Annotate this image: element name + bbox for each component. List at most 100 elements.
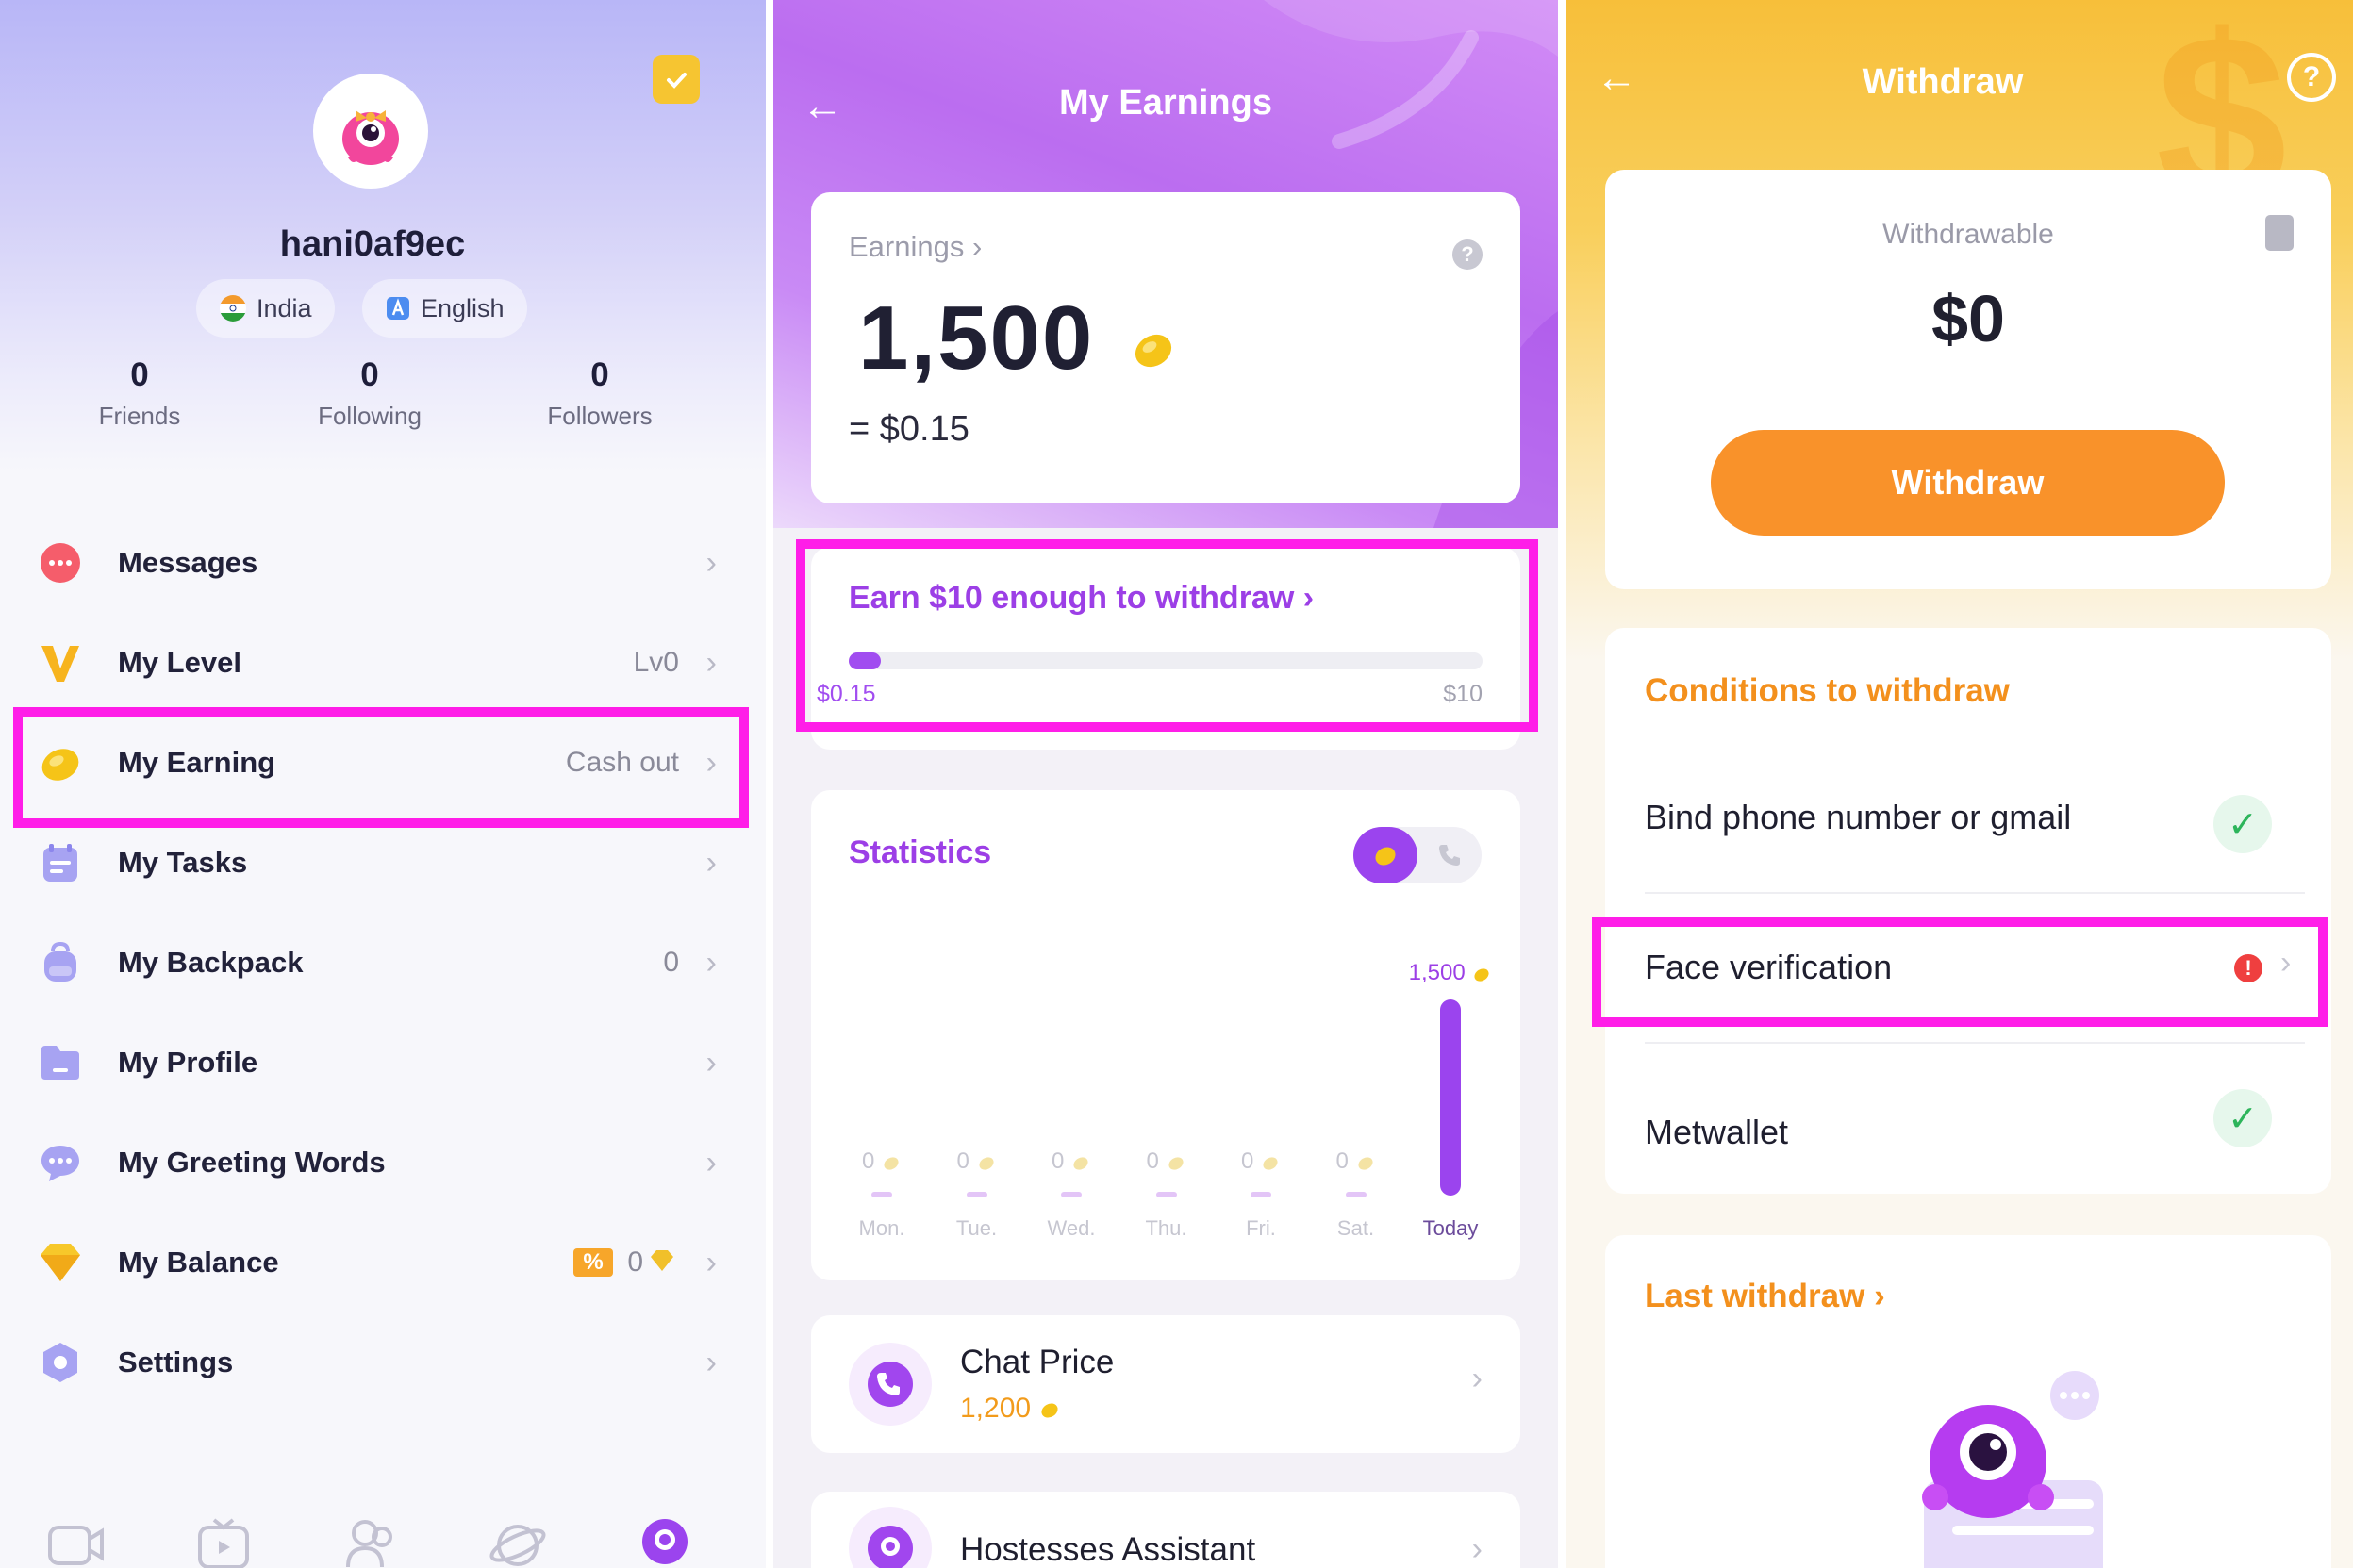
menu-item-my-greeting-words[interactable]: My Greeting Words › (0, 1113, 766, 1213)
monster-avatar-icon (342, 110, 399, 165)
condition-metwallet[interactable]: Metwallet (1645, 1113, 1788, 1152)
stat-followers[interactable]: 0 Followers (505, 356, 694, 431)
page-title: My Earnings (1059, 83, 1272, 123)
chevron-right-icon: › (705, 544, 717, 581)
planet-icon[interactable] (489, 1517, 547, 1568)
phone-coin-icon (849, 1343, 932, 1426)
username: hani0af9ec (279, 224, 466, 264)
chevron-right-icon: › (1471, 1531, 1483, 1567)
stat-following[interactable]: 0 Following (275, 356, 464, 431)
profile-screen: hani0af9ec India English 0 Friends 0 Fol… (0, 0, 766, 1568)
coin-icon (978, 1157, 994, 1170)
coin-icon (1127, 293, 1180, 397)
condition-bind-phone[interactable]: Bind phone number or gmail (1645, 798, 2071, 837)
menu-label: My Profile (118, 1046, 258, 1079)
backpack-icon (36, 938, 85, 987)
bottom-tab-bar (0, 1504, 766, 1568)
friends-label: Friends (98, 402, 181, 430)
menu-item-my-backpack[interactable]: My Backpack 0 › (0, 913, 766, 1013)
earnings-card: Earnings › ? 1,500 = $0.15 (811, 192, 1520, 503)
menu-label: My Balance (118, 1246, 279, 1279)
menu-item-my-profile[interactable]: My Profile › (0, 1013, 766, 1113)
help-question-icon[interactable]: ? (1452, 239, 1483, 270)
menu-item-settings[interactable]: Settings › (0, 1312, 766, 1412)
phone-toggle-option[interactable] (1417, 827, 1482, 883)
withdrawable-amount: $0 (1931, 282, 2005, 355)
menu-item-messages[interactable]: Messages › (0, 513, 766, 613)
discount-badge: % (573, 1248, 613, 1277)
chevron-right-icon: › (1471, 1361, 1483, 1396)
earnings-screen: ← My Earnings Earnings › ? 1,500 = $0.15… (773, 0, 1558, 1568)
chevron-right-icon: › (705, 1144, 717, 1180)
last-withdraw-link[interactable]: Last withdraw › (1645, 1278, 1885, 1315)
chevron-right-icon: › (705, 644, 717, 681)
highlight-my-earning (13, 707, 749, 828)
page-title: Withdraw (1862, 62, 2024, 102)
bar-today (1440, 999, 1461, 1196)
check-clipboard-icon (667, 73, 687, 89)
bar-day-label: Mon. (858, 1216, 905, 1240)
live-tv-icon[interactable] (194, 1517, 253, 1568)
assistant-label: Hostesses Assistant (960, 1531, 1256, 1568)
empty-state-monster-icon (1922, 1371, 2103, 1568)
bar-empty (1155, 1192, 1177, 1197)
earnings-amount: 1,500 (858, 287, 1180, 397)
chat-bubble-icon (36, 538, 85, 587)
bar-empty (966, 1192, 987, 1197)
withdraw-screen: $ ← Withdraw ? Withdrawable $0 Withdraw … (1566, 0, 2353, 1568)
highlight-withdraw-goal (796, 539, 1538, 732)
menu-item-my-balance[interactable]: My Balance % 0 › (0, 1213, 766, 1312)
statistics-title: Statistics (849, 834, 992, 870)
coin-icon (1375, 847, 1396, 866)
withdrawable-label: Withdrawable (1882, 219, 2054, 250)
bar-empty (1345, 1192, 1367, 1197)
stat-friends[interactable]: 0 Friends (45, 356, 234, 431)
coin-icon (1041, 1403, 1058, 1418)
menu-label: Settings (118, 1345, 234, 1378)
me-avatar-icon[interactable] (636, 1517, 694, 1568)
help-question-icon[interactable]: ? (2287, 53, 2336, 102)
daily-task-badge[interactable] (653, 55, 700, 104)
divider (1645, 1042, 2305, 1044)
chevron-right-icon: › (705, 944, 717, 981)
followers-count: 0 (590, 356, 609, 393)
divider (1645, 892, 2305, 894)
language-label: English (421, 293, 505, 322)
small-diamond-icon (649, 1248, 675, 1278)
coin-icon (1357, 1157, 1373, 1170)
conditions-title: Conditions to withdraw (1645, 672, 2010, 709)
user-avatar[interactable] (313, 74, 428, 189)
chevron-right-icon: › (705, 1344, 717, 1380)
bar-day-label: Tue. (955, 1216, 998, 1240)
coin-toggle-option[interactable] (1353, 827, 1417, 883)
assistant-icon (849, 1507, 932, 1568)
chat-price-label: Chat Price (960, 1344, 1115, 1380)
bar-empty (871, 1192, 892, 1197)
chevron-right-icon: › (705, 1044, 717, 1081)
coin-icon (884, 1157, 899, 1170)
earnings-label: Earnings (849, 230, 965, 263)
earnings-link[interactable]: Earnings › (849, 230, 982, 264)
check-done-icon: ✓ (2213, 795, 2272, 853)
following-count: 0 (360, 356, 379, 393)
menu-label: My Tasks (118, 846, 248, 879)
statistics-toggle[interactable] (1353, 827, 1482, 883)
video-call-icon[interactable] (47, 1517, 106, 1568)
india-flag-icon (220, 295, 246, 322)
bar-day-label: Fri. (1246, 1216, 1276, 1240)
bar-empty (1061, 1192, 1082, 1197)
country-chip[interactable]: India (196, 279, 335, 338)
gear-hex-icon (36, 1338, 85, 1387)
people-icon[interactable] (341, 1517, 400, 1568)
withdrawable-card: Withdrawable $0 Withdraw (1605, 170, 2331, 589)
language-chip[interactable]: English (362, 279, 527, 338)
chat-price-card[interactable]: Chat Price 1,200 › (811, 1315, 1520, 1453)
withdraw-button[interactable]: Withdraw (1711, 430, 2225, 536)
chat-price-amount: 1,200 (960, 1393, 1061, 1425)
bar-day-label: Wed. (1047, 1216, 1096, 1240)
level-value: Lv0 (633, 647, 679, 678)
bar-day-label: Thu. (1145, 1216, 1187, 1240)
menu-item-my-level[interactable]: My Level Lv0 › (0, 613, 766, 713)
record-clipboard-icon[interactable] (2265, 215, 2294, 251)
hostesses-assistant-card[interactable]: Hostesses Assistant › (811, 1492, 1520, 1568)
